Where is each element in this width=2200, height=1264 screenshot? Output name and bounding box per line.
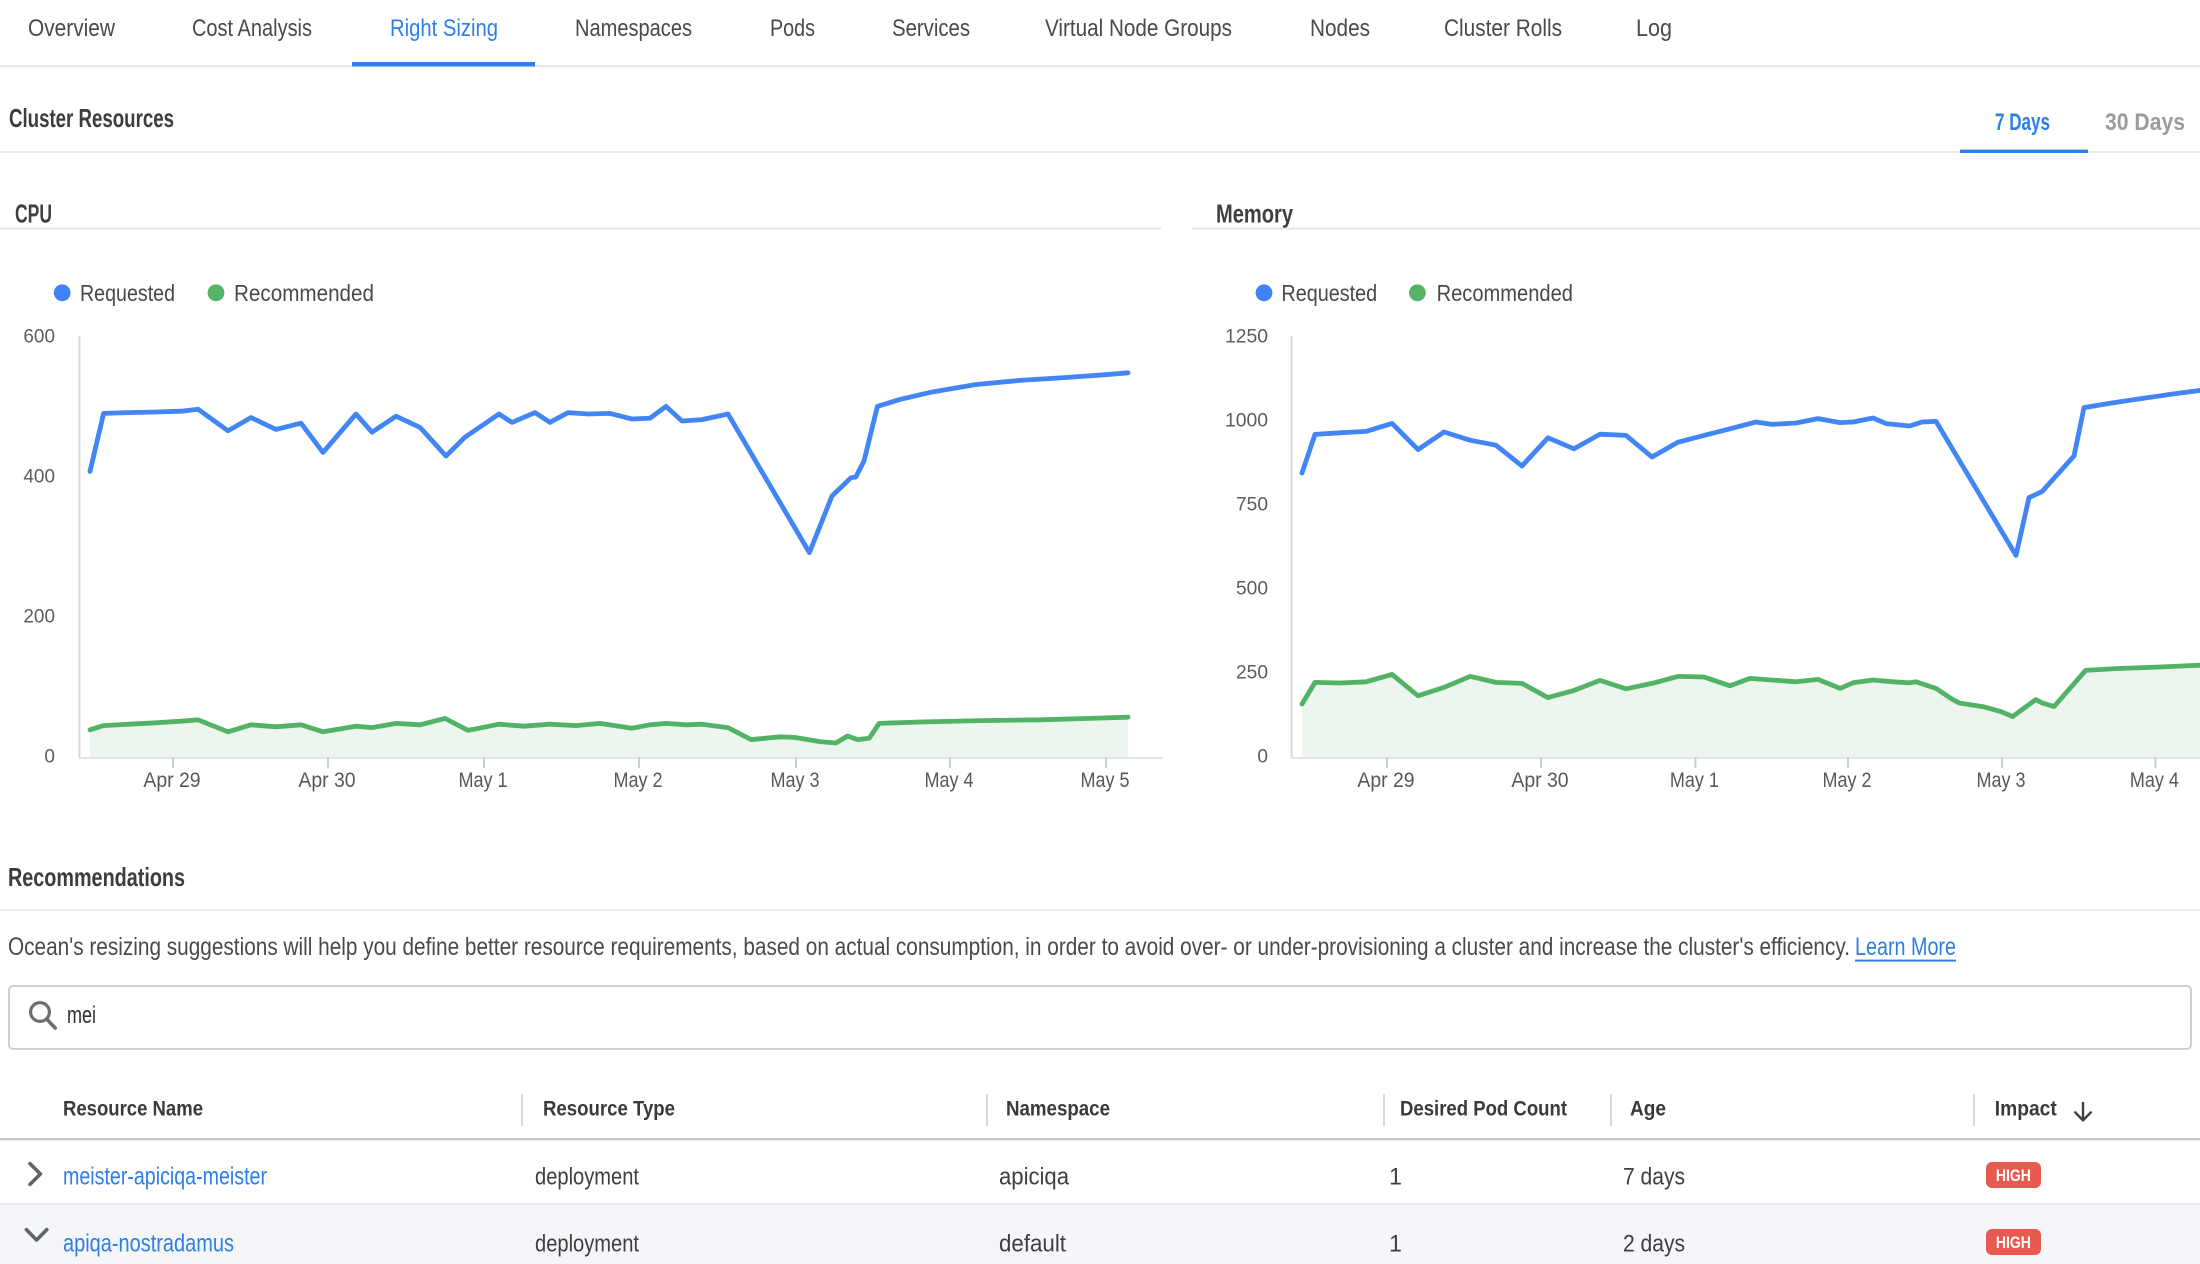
svg-text:Namespace: Namespace	[1006, 1095, 1110, 1120]
svg-text:deployment: deployment	[535, 1231, 639, 1258]
svg-text:default: default	[999, 1231, 1066, 1258]
svg-text:May 1: May 1	[459, 769, 508, 792]
svg-text:Resource Type: Resource Type	[543, 1095, 675, 1120]
svg-text:200: 200	[23, 607, 55, 628]
svg-text:apiciqa: apiciqa	[999, 1164, 1070, 1191]
svg-text:deployment: deployment	[535, 1164, 639, 1191]
svg-text:HIGH: HIGH	[1996, 1166, 2031, 1185]
svg-text:Requested: Requested	[80, 280, 175, 306]
svg-text:Apr 30: Apr 30	[298, 769, 355, 792]
svg-text:2 days: 2 days	[1623, 1231, 1685, 1258]
svg-text:1: 1	[1389, 1164, 1402, 1191]
svg-text:May 4: May 4	[2130, 769, 2179, 792]
svg-text:600: 600	[23, 327, 55, 348]
svg-text:Recommendations: Recommendations	[8, 862, 185, 892]
svg-text:Cost Analysis: Cost Analysis	[192, 15, 312, 42]
svg-text:500: 500	[1236, 579, 1268, 600]
svg-text:May 3: May 3	[1977, 769, 2026, 792]
svg-text:1: 1	[1389, 1231, 1402, 1258]
svg-text:Virtual Node Groups: Virtual Node Groups	[1045, 15, 1232, 42]
svg-text:Desired Pod Count: Desired Pod Count	[1400, 1095, 1567, 1120]
svg-text:Memory: Memory	[1216, 199, 1293, 229]
svg-text:Age: Age	[1630, 1095, 1666, 1120]
svg-text:Nodes: Nodes	[1310, 15, 1370, 42]
svg-text:CPU: CPU	[15, 199, 52, 229]
svg-text:Overview: Overview	[28, 15, 116, 42]
svg-text:Namespaces: Namespaces	[575, 15, 692, 42]
svg-text:7 Days: 7 Days	[1995, 109, 2050, 136]
svg-text:0: 0	[1257, 747, 1268, 768]
svg-text:Pods: Pods	[770, 15, 815, 42]
svg-text:Right Sizing: Right Sizing	[390, 15, 498, 42]
svg-text:Requested: Requested	[1281, 280, 1377, 306]
svg-text:Cluster Resources: Cluster Resources	[9, 103, 174, 133]
svg-text:Recommended: Recommended	[1437, 280, 1573, 306]
svg-text:1250: 1250	[1225, 327, 1268, 348]
svg-text:1000: 1000	[1225, 411, 1268, 432]
svg-text:Recommended: Recommended	[234, 280, 374, 306]
svg-text:Learn More: Learn More	[1855, 933, 1956, 961]
svg-text:Impact: Impact	[1995, 1095, 2057, 1120]
svg-text:250: 250	[1236, 663, 1268, 684]
svg-text:May 1: May 1	[1670, 769, 1719, 792]
svg-text:Apr 30: Apr 30	[1511, 769, 1568, 792]
svg-text:400: 400	[23, 467, 55, 488]
svg-text:0: 0	[44, 747, 55, 768]
svg-text:Resource Name: Resource Name	[63, 1095, 203, 1120]
svg-text:Log: Log	[1636, 15, 1672, 42]
svg-text:HIGH: HIGH	[1996, 1233, 2031, 1252]
svg-text:mei: mei	[67, 1002, 96, 1029]
svg-text:May 2: May 2	[614, 769, 663, 792]
svg-text:Services: Services	[892, 15, 970, 42]
svg-text:apiqa-nostradamus: apiqa-nostradamus	[63, 1230, 234, 1258]
svg-text:May 3: May 3	[771, 769, 820, 792]
svg-text:30 Days: 30 Days	[2105, 109, 2185, 136]
svg-text:Apr 29: Apr 29	[1357, 769, 1414, 792]
svg-text:May 4: May 4	[925, 769, 974, 792]
svg-text:May 2: May 2	[1823, 769, 1872, 792]
svg-text:7 days: 7 days	[1623, 1164, 1685, 1191]
svg-text:750: 750	[1236, 495, 1268, 516]
svg-text:Apr 29: Apr 29	[143, 769, 200, 792]
svg-text:May 5: May 5	[1081, 769, 1130, 792]
svg-text:meister-apiciqa-meister: meister-apiciqa-meister	[63, 1163, 267, 1191]
svg-text:Ocean's resizing suggestions w: Ocean's resizing suggestions will help y…	[8, 933, 1850, 961]
svg-text:Cluster Rolls: Cluster Rolls	[1444, 15, 1562, 42]
